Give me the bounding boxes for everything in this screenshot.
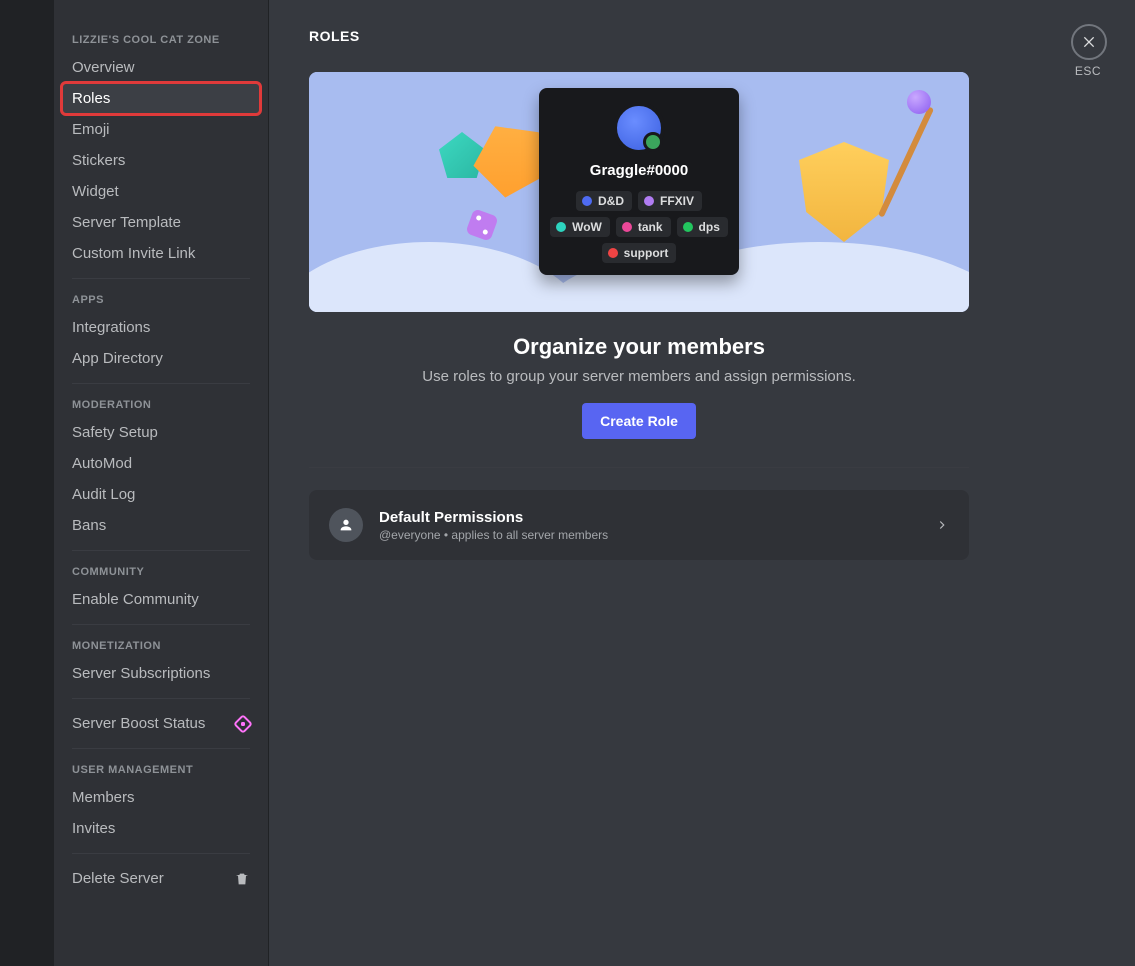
sidebar-divider (72, 550, 250, 551)
sidebar-divider (72, 698, 250, 699)
sidebar-server-name: LIZZIE'S COOL CAT ZONE (62, 28, 260, 52)
sidebar-item-bans[interactable]: Bans (62, 510, 260, 541)
role-dot-icon (683, 222, 693, 232)
roles-hero-illustration: Graggle#0000 D&D FFXIV WoW tank dps supp… (309, 72, 969, 312)
sidebar-heading-community: COMMUNITY (62, 560, 260, 584)
app-left-gutter (0, 0, 54, 966)
trash-icon (234, 871, 250, 887)
sidebar-item-integrations[interactable]: Integrations (62, 312, 260, 343)
orb-icon (907, 90, 931, 114)
page-title: ROLES (309, 28, 1095, 44)
sidebar-item-custom-invite-link[interactable]: Custom Invite Link (62, 238, 260, 269)
sidebar-item-stickers[interactable]: Stickers (62, 145, 260, 176)
sidebar-item-overview[interactable]: Overview (62, 52, 260, 83)
avatar (613, 102, 665, 154)
sidebar-item-widget[interactable]: Widget (62, 176, 260, 207)
section-divider (309, 467, 969, 468)
members-icon (329, 508, 363, 542)
sidebar-item-emoji[interactable]: Emoji (62, 114, 260, 145)
sidebar-item-server-boost-status[interactable]: Server Boost Status (62, 708, 260, 739)
role-chip: FFXIV (638, 191, 702, 211)
server-settings-sidebar: LIZZIE'S COOL CAT ZONE Overview Roles Em… (54, 0, 269, 966)
sidebar-divider (72, 278, 250, 279)
sidebar-item-delete-server[interactable]: Delete Server (62, 863, 260, 894)
create-role-button[interactable]: Create Role (582, 403, 696, 439)
sidebar-divider (72, 853, 250, 854)
sidebar-heading-user-management: USER MANAGEMENT (62, 758, 260, 782)
sidebar-divider (72, 383, 250, 384)
sidebar-item-safety-setup[interactable]: Safety Setup (62, 417, 260, 448)
profile-role-chips: D&D FFXIV WoW tank dps support (549, 191, 729, 263)
sidebar-item-app-directory[interactable]: App Directory (62, 343, 260, 374)
boost-gem-icon (233, 714, 253, 734)
sidebar-heading-monetization: MONETIZATION (62, 634, 260, 658)
sidebar-item-invites[interactable]: Invites (62, 813, 260, 844)
role-dot-icon (582, 196, 592, 206)
sidebar-item-server-template[interactable]: Server Template (62, 207, 260, 238)
close-icon (1081, 34, 1097, 50)
profile-username: Graggle#0000 (549, 162, 729, 179)
sidebar-divider (72, 748, 250, 749)
sidebar-item-members[interactable]: Members (62, 782, 260, 813)
role-chip: support (602, 243, 677, 263)
role-chip: D&D (576, 191, 632, 211)
default-permissions-row[interactable]: Default Permissions @everyone • applies … (309, 490, 969, 560)
sidebar-item-server-subscriptions[interactable]: Server Subscriptions (62, 658, 260, 689)
role-chip: WoW (550, 217, 610, 237)
example-profile-card: Graggle#0000 D&D FFXIV WoW tank dps supp… (539, 88, 739, 275)
intro-body: Use roles to group your server members a… (309, 368, 969, 385)
role-dot-icon (608, 248, 618, 258)
role-dot-icon (556, 222, 566, 232)
role-dot-icon (644, 196, 654, 206)
default-permissions-title: Default Permissions (379, 509, 919, 526)
role-chip: dps (677, 217, 728, 237)
sidebar-item-enable-community[interactable]: Enable Community (62, 584, 260, 615)
close-settings-button[interactable] (1071, 24, 1107, 60)
default-permissions-subtitle: @everyone • applies to all server member… (379, 528, 919, 542)
sidebar-item-audit-log[interactable]: Audit Log (62, 479, 260, 510)
role-dot-icon (622, 222, 632, 232)
sidebar-item-roles[interactable]: Roles (62, 83, 260, 114)
sidebar-item-automod[interactable]: AutoMod (62, 448, 260, 479)
roles-intro: Organize your members Use roles to group… (309, 334, 969, 439)
sidebar-divider (72, 624, 250, 625)
esc-label: ESC (1075, 64, 1101, 78)
intro-heading: Organize your members (309, 334, 969, 360)
sidebar-heading-apps: APPS (62, 288, 260, 312)
chevron-right-icon (935, 518, 949, 532)
role-chip: tank (616, 217, 671, 237)
roles-settings-panel: ROLES ESC Graggle#0000 D&D FFXIV WoW tan… (269, 0, 1135, 966)
sidebar-heading-moderation: MODERATION (62, 393, 260, 417)
